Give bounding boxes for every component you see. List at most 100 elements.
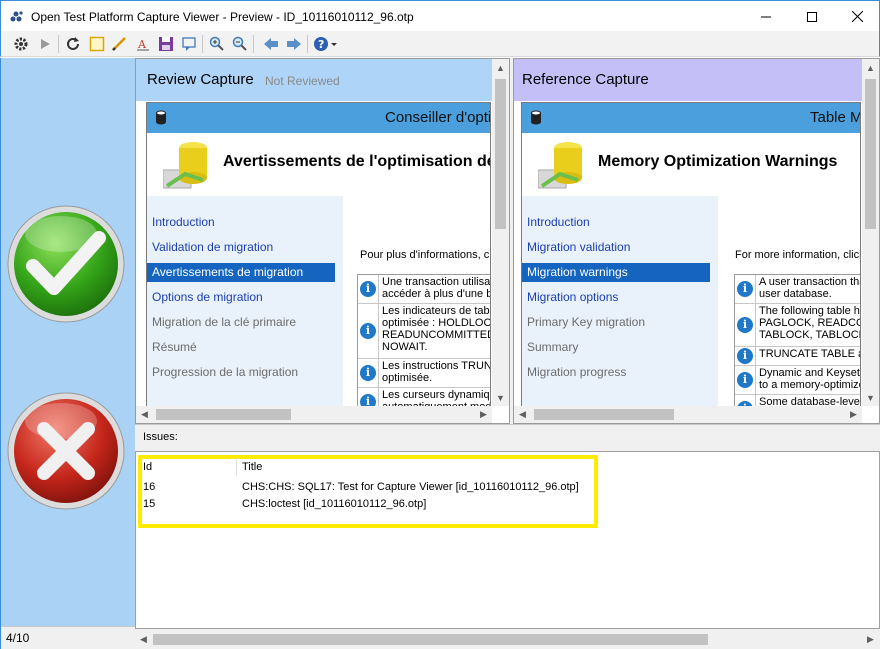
- warning-list: i Une transaction utilisat accéder à plu…: [357, 274, 490, 406]
- review-status: Not Reviewed: [265, 74, 340, 88]
- wizard-titlebar: Table M: [522, 103, 860, 133]
- svg-text:?: ?: [318, 38, 324, 51]
- reference-vertical-scrollbar[interactable]: ▲ ▼: [862, 59, 879, 406]
- wizard-content: For more information, click i A user tra…: [718, 196, 860, 406]
- window-title: Open Test Platform Capture Viewer - Prev…: [31, 10, 414, 24]
- issue-id: 15: [143, 498, 156, 510]
- issues-label: Issues:: [143, 431, 178, 443]
- app-icon: [10, 11, 23, 22]
- wizard-content: Pour plus d'informations, clic i Une tra…: [343, 196, 490, 406]
- issue-title: CHS:CHS: SQL17: Test for Capture Viewer …: [242, 481, 579, 493]
- pane-splitter[interactable]: [510, 58, 513, 424]
- review-screenshot: Conseiller d'opti Avertissements de l'op…: [146, 102, 491, 407]
- reference-horizontal-scrollbar[interactable]: ◀ ▶: [514, 406, 862, 423]
- step-migration-validation: Validation de migration: [152, 240, 274, 254]
- info-icon: i: [737, 281, 753, 297]
- warning-item: i A user transaction tha user database.: [735, 275, 860, 304]
- info-icon: i: [360, 323, 376, 339]
- wizard-heading: Avertissements de l'optimisation de: [223, 153, 491, 170]
- info-icon: i: [737, 317, 753, 333]
- reference-title: Reference Capture: [522, 71, 649, 88]
- fail-cross-icon[interactable]: [6, 391, 126, 511]
- rectangle-icon[interactable]: [87, 34, 107, 54]
- maximize-button[interactable]: [789, 1, 835, 32]
- review-header: Review Capture Not Reviewed: [136, 59, 509, 101]
- wizard-title: Table M: [810, 109, 861, 126]
- back-icon[interactable]: [261, 34, 281, 54]
- memory-optimization-icon: [163, 142, 207, 189]
- wizard-heading: Memory Optimization Warnings: [598, 153, 838, 170]
- counter-label: 4/10: [6, 631, 30, 645]
- column-id-header[interactable]: Id: [143, 461, 152, 473]
- scroll-left-arrow[interactable]: ◀: [136, 406, 153, 423]
- title-bar: Open Test Platform Capture Viewer - Prev…: [0, 0, 880, 31]
- more-info-text: For more information, click: [735, 249, 861, 261]
- scroll-up-arrow[interactable]: ▲: [862, 59, 879, 76]
- step-primary-key-migration: Migration de la clé primaire: [152, 315, 297, 329]
- settings-icon[interactable]: [11, 34, 31, 54]
- review-vertical-scrollbar[interactable]: ▲ ▼: [492, 59, 509, 406]
- wizard-steps: Introduction Migration validation Migrat…: [522, 196, 718, 406]
- scroll-left-arrow[interactable]: ◀: [514, 406, 531, 423]
- info-icon: i: [360, 365, 376, 381]
- more-info-text: Pour plus d'informations, clic: [360, 249, 491, 261]
- toolbar: A ?: [0, 31, 880, 57]
- wizard-heading-area: Memory Optimization Warnings: [522, 133, 860, 196]
- warning-item: i TRUNCATE TABLE a: [735, 347, 860, 366]
- issue-title: CHS:loctest [id_10116010112_96.otp]: [242, 498, 427, 510]
- column-title-header[interactable]: Title: [242, 461, 262, 473]
- close-button[interactable]: [834, 1, 880, 32]
- save-icon[interactable]: [156, 34, 176, 54]
- wizard-title: Conseiller d'opti: [385, 109, 491, 126]
- play-icon[interactable]: [35, 34, 55, 54]
- review-capture-pane: Review Capture Not Reviewed Conseiller d…: [135, 58, 510, 424]
- issues-horizontal-scrollbar[interactable]: ◀ ▶: [135, 629, 880, 649]
- scroll-down-arrow[interactable]: ▼: [492, 389, 509, 406]
- step-migration-options: Migration options: [527, 290, 619, 304]
- warning-item: i Dynamic and Keyset c to a memory-optim…: [735, 366, 860, 395]
- warning-item: i Une transaction utilisat accéder à plu…: [358, 275, 490, 304]
- info-icon: i: [360, 281, 376, 297]
- forward-icon[interactable]: [284, 34, 304, 54]
- database-icon: [156, 110, 166, 125]
- refresh-icon[interactable]: [63, 34, 83, 54]
- pen-icon[interactable]: [109, 34, 129, 54]
- step-summary: Summary: [527, 340, 579, 354]
- scroll-up-arrow[interactable]: ▲: [492, 59, 509, 76]
- comment-icon[interactable]: [179, 34, 199, 54]
- scroll-right-arrow[interactable]: ▶: [475, 406, 492, 423]
- warning-item: i Les instructions TRUN optimisée.: [358, 359, 490, 388]
- pass-check-icon[interactable]: [6, 204, 126, 324]
- step-migration-validation: Migration validation: [527, 240, 631, 254]
- scroll-right-arrow[interactable]: ▶: [845, 406, 862, 423]
- info-icon: i: [737, 348, 753, 364]
- review-title: Review Capture: [147, 71, 254, 88]
- text-icon[interactable]: A: [133, 34, 153, 54]
- step-introduction: Introduction: [527, 215, 590, 229]
- scroll-down-arrow[interactable]: ▼: [862, 389, 879, 406]
- wizard-heading-area: Avertissements de l'optimisation de: [147, 133, 490, 196]
- database-icon: [531, 110, 541, 125]
- scroll-left-arrow[interactable]: ◀: [135, 631, 152, 648]
- warning-item: i Les curseurs dynamiqu automatiquement …: [358, 388, 490, 406]
- capture-counter: 4/10: [1, 626, 136, 649]
- wizard-titlebar: Conseiller d'opti: [147, 103, 490, 133]
- warning-list: i A user transaction tha user database. …: [734, 274, 860, 406]
- step-primary-key-migration: Primary Key migration: [527, 315, 646, 329]
- info-icon: i: [737, 372, 753, 388]
- zoom-in-icon[interactable]: [207, 34, 227, 54]
- reference-capture-pane: Reference Capture Table M Memory Optimiz…: [513, 58, 880, 424]
- scroll-right-arrow[interactable]: ▶: [862, 631, 879, 648]
- zoom-out-icon[interactable]: [230, 34, 250, 54]
- step-migration-warnings: Avertissements de migration: [147, 263, 335, 282]
- minimize-button[interactable]: [743, 1, 789, 32]
- step-migration-options: Options de migration: [152, 290, 263, 304]
- review-horizontal-scrollbar[interactable]: ◀ ▶: [136, 406, 492, 423]
- help-icon[interactable]: ?: [313, 34, 339, 54]
- step-migration-warnings: Migration warnings: [522, 263, 710, 282]
- reference-header: Reference Capture: [514, 59, 879, 101]
- step-introduction: Introduction: [152, 215, 215, 229]
- issues-header: Issues:: [135, 424, 880, 451]
- reference-screenshot: Table M Memory Optimization Warnings Int…: [521, 102, 861, 407]
- issues-list: Id Title 16 CHS:CHS: SQL17: Test for Cap…: [135, 451, 880, 629]
